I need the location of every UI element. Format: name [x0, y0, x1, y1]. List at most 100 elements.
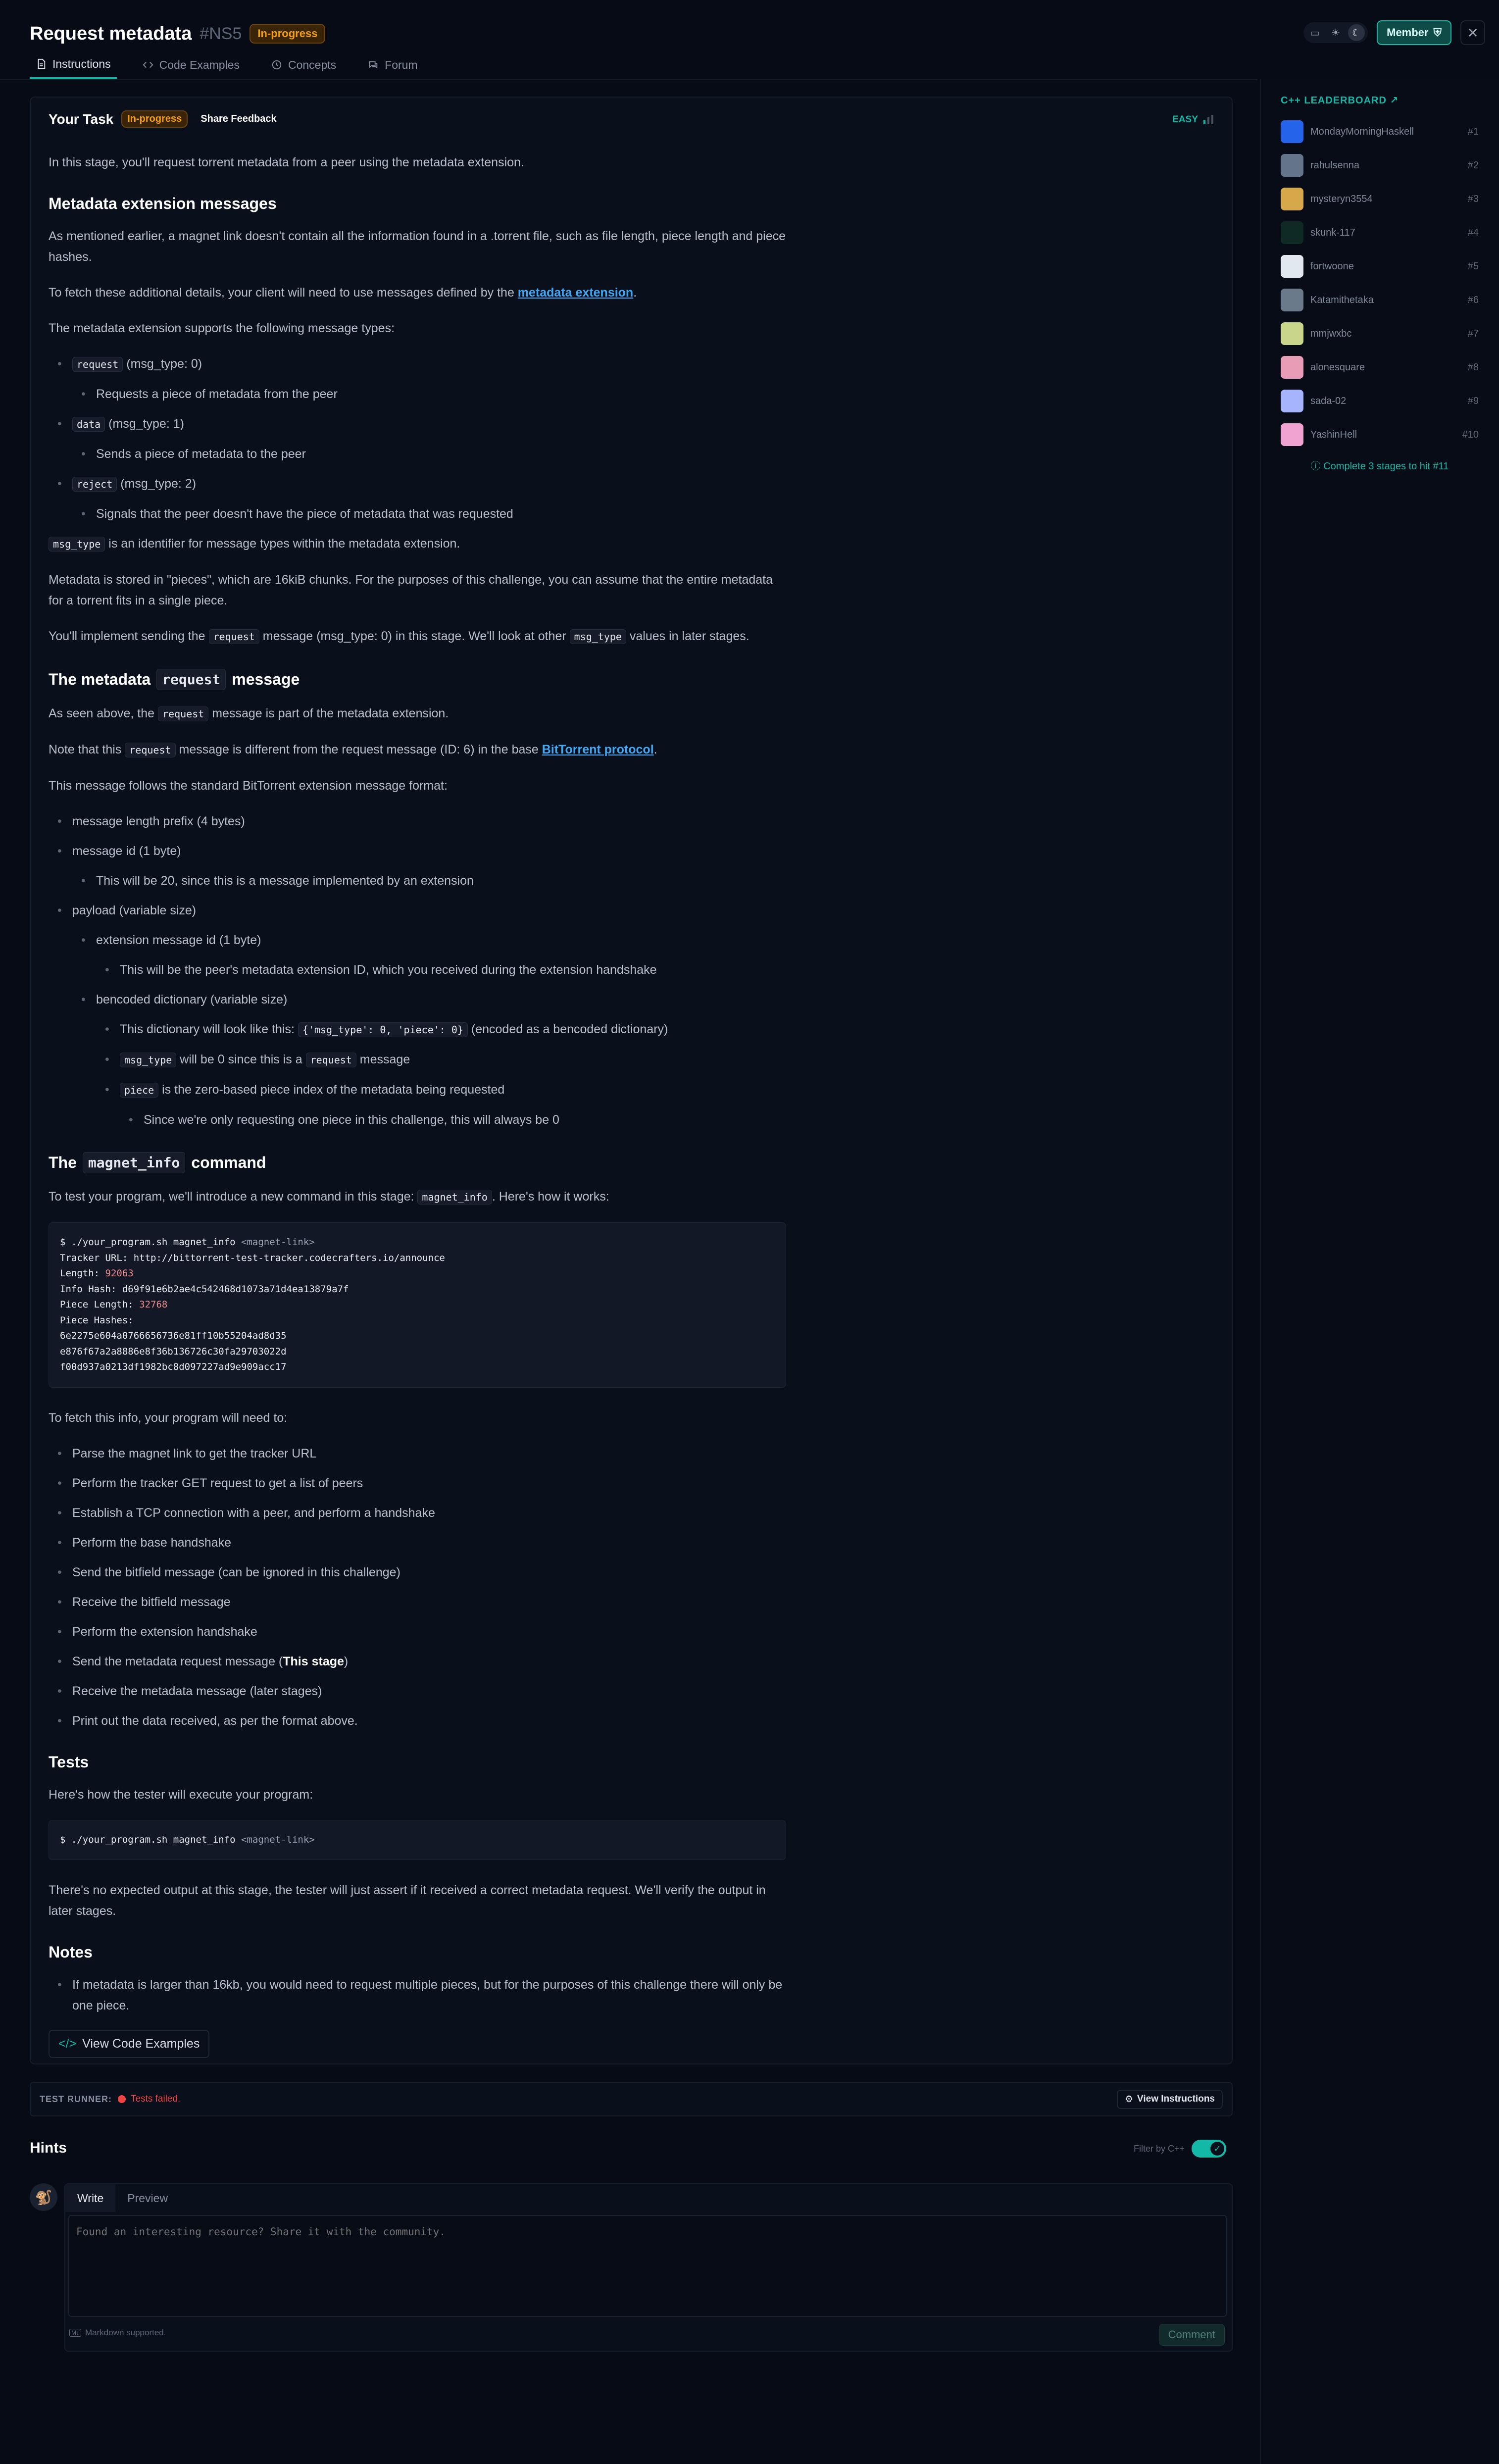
- section-heading: The metadata request message: [49, 669, 786, 690]
- list-item: Perform the extension handshake: [49, 1621, 786, 1642]
- paragraph: As mentioned earlier, a magnet link does…: [49, 229, 786, 264]
- task-card: Your Task In-progress Share Feedback EAS…: [30, 97, 1233, 2064]
- leaderboard-row[interactable]: mysteryn3554 #3: [1281, 186, 1479, 212]
- close-button[interactable]: ×: [1460, 20, 1485, 45]
- avatar: [1281, 390, 1303, 412]
- editor-tabs: Write Preview: [65, 2184, 180, 2212]
- list-item: Since we're only requesting one piece in…: [120, 1109, 786, 1130]
- leaderboard-row[interactable]: alonesquare #8: [1281, 354, 1479, 380]
- leaderboard-sidebar: C++ LEADERBOARD ↗ MondayMorningHaskell #1…: [1260, 79, 1499, 2464]
- comment-input[interactable]: [68, 2215, 1227, 2317]
- status-dot-icon: [118, 2095, 126, 2103]
- list-item: bencoded dictionary (variable size) This…: [72, 989, 786, 1130]
- leaderboard-row[interactable]: sada-02 #9: [1281, 388, 1479, 414]
- paragraph: Metadata is stored in "pieces", which ar…: [49, 573, 773, 607]
- paragraph: To test your program, we'll introduce a …: [49, 1190, 609, 1205]
- avatar: 🐒: [30, 2183, 57, 2211]
- view-instructions-button[interactable]: ⚙ View Instructions: [1116, 2089, 1223, 2109]
- comment-button[interactable]: Comment: [1158, 2324, 1225, 2346]
- markdown-icon: M↓: [69, 2329, 81, 2337]
- avatar: [1281, 356, 1303, 379]
- metadata-extension-link[interactable]: metadata extension: [518, 286, 633, 300]
- section-heading: Notes: [49, 1943, 93, 1961]
- tab-concepts[interactable]: Concepts: [265, 50, 342, 79]
- leaderboard-name: rahulsenna: [1310, 159, 1359, 171]
- list-item: piece is the zero-based piece index of t…: [96, 1079, 786, 1130]
- monitor-icon[interactable]: ▭: [1306, 24, 1323, 41]
- avatar: [1281, 188, 1303, 210]
- paragraph: There's no expected output at this stage…: [49, 1883, 766, 1918]
- paragraph: You'll implement sending the request mes…: [49, 629, 750, 644]
- concepts-icon: [272, 60, 282, 70]
- sun-icon[interactable]: ☀: [1327, 24, 1344, 41]
- share-feedback-button[interactable]: Share Feedback: [196, 110, 281, 128]
- list-item: Receive the metadata message (later stag…: [49, 1681, 786, 1702]
- leaderboard-name: mysteryn3554: [1310, 193, 1373, 204]
- filter-toggle-group: Filter by C++ ✓: [1134, 2140, 1227, 2158]
- list-item: message id (1 byte) This will be 20, sin…: [49, 841, 786, 891]
- tab-preview[interactable]: Preview: [115, 2184, 180, 2212]
- view-code-examples-button[interactable]: </> View Code Examples: [49, 2030, 210, 2058]
- code-block-output[interactable]: $ ./your_program.sh magnet_info <magnet-…: [49, 1222, 786, 1388]
- theme-switcher: ▭ ☀ ☾: [1303, 22, 1368, 43]
- leaderboard-row[interactable]: YashinHell #10: [1281, 422, 1479, 448]
- paragraph: msg_type is an identifier for message ty…: [49, 533, 786, 554]
- tab-instructions[interactable]: Instructions: [30, 50, 117, 79]
- leaderboard-row[interactable]: fortwoone #5: [1281, 253, 1479, 279]
- leaderboard-name: Katamithetaka: [1310, 294, 1374, 305]
- markdown-note: M↓ Markdown supported.: [69, 2328, 166, 2338]
- tab-code-examples[interactable]: Code Examples: [137, 50, 246, 79]
- leaderboard-row[interactable]: MondayMorningHaskell #1: [1281, 119, 1479, 145]
- leaderboard-rank: #5: [1467, 260, 1479, 272]
- leaderboard-name: skunk-117: [1310, 227, 1355, 238]
- code-icon: </>: [58, 2037, 77, 2051]
- section-heading: Metadata extension messages: [49, 195, 277, 212]
- list-item: message length prefix (4 bytes): [49, 811, 786, 832]
- page-title: Request metadata: [30, 23, 192, 44]
- code-block-command[interactable]: $ ./your_program.sh magnet_info <magnet-…: [49, 1819, 786, 1860]
- list-item: reject (msg_type: 2) Signals that the pe…: [49, 473, 786, 524]
- list-item: payload (variable size) extension messag…: [49, 900, 786, 1130]
- avatar: [1281, 322, 1303, 345]
- comment-editor: Write Preview M↓Markdown supported. Comm…: [64, 2183, 1233, 2352]
- list-item: This dictionary will look like this: {'m…: [96, 1019, 786, 1040]
- header-divider: [0, 79, 1257, 80]
- paragraph: This message follows the standard BitTor…: [49, 779, 448, 793]
- code-icon: [143, 61, 153, 68]
- check-icon: ✓: [1210, 2142, 1225, 2156]
- list-item: msg_type will be 0 since this is a reque…: [96, 1049, 786, 1070]
- paragraph: Note that this request message is differ…: [49, 743, 657, 757]
- instructions-content: In this stage, you'll request torrent me…: [49, 152, 786, 2058]
- list-item: This will be 20, since this is a message…: [72, 870, 786, 891]
- moon-icon[interactable]: ☾: [1348, 24, 1365, 41]
- leaderboard-name: mmjwxbc: [1310, 328, 1352, 339]
- member-button[interactable]: Member ⛨: [1377, 20, 1451, 45]
- tab-bar: Instructions Code Examples Concepts Foru…: [30, 50, 424, 79]
- list-item: extension message id (1 byte) This will …: [72, 930, 786, 980]
- tab-forum[interactable]: Forum: [362, 50, 423, 79]
- leaderboard-row[interactable]: skunk-117 #4: [1281, 220, 1479, 246]
- avatar: [1281, 289, 1303, 311]
- list-item: If metadata is larger than 16kb, you wou…: [49, 1974, 786, 2016]
- bittorrent-protocol-link[interactable]: BitTorrent protocol: [542, 743, 654, 756]
- document-icon: [38, 58, 46, 69]
- gear-icon: ⚙: [1124, 2094, 1134, 2105]
- info-icon: ⓘ: [1310, 461, 1324, 472]
- member-label: Member: [1387, 26, 1429, 39]
- paragraph: To fetch these additional details, your …: [49, 286, 637, 300]
- section-heading: The magnet_info command: [49, 1152, 786, 1173]
- title-row: Request metadata #NS5 In-progress: [30, 19, 326, 49]
- leaderboard-rank: #8: [1467, 361, 1479, 373]
- leaderboard-row[interactable]: mmjwxbc #7: [1281, 321, 1479, 347]
- leaderboard-title[interactable]: C++ LEADERBOARD ↗: [1281, 94, 1399, 106]
- leaderboard-row[interactable]: Katamithetaka #6: [1281, 287, 1479, 313]
- list-item: Perform the base handshake: [49, 1532, 786, 1553]
- section-heading: Tests: [49, 1753, 89, 1771]
- list-item: Sends a piece of metadata to the peer: [72, 444, 786, 464]
- list-item: Print out the data received, as per the …: [49, 1710, 786, 1731]
- filter-toggle[interactable]: ✓: [1192, 2140, 1227, 2158]
- tab-write[interactable]: Write: [65, 2184, 116, 2212]
- leaderboard-rank: #10: [1462, 429, 1479, 440]
- hints-heading: Hints: [30, 2140, 67, 2156]
- leaderboard-row[interactable]: rahulsenna #2: [1281, 152, 1479, 178]
